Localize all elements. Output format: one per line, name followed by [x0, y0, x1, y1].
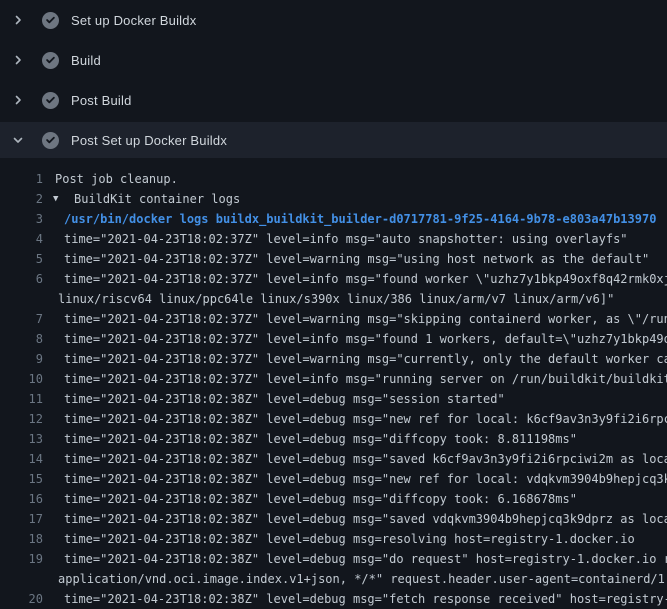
log-text: time="2021-04-23T18:02:37Z" level=warnin…	[43, 249, 649, 269]
log-text: time="2021-04-23T18:02:38Z" level=debug …	[43, 389, 505, 409]
line-number[interactable]: 20	[0, 589, 43, 609]
log-text: time="2021-04-23T18:02:37Z" level=warnin…	[43, 349, 667, 369]
log-text: time="2021-04-23T18:02:38Z" level=debug …	[43, 489, 577, 509]
log-text: time="2021-04-23T18:02:38Z" level=debug …	[43, 409, 667, 429]
line-number[interactable]: 19	[0, 549, 43, 569]
step-header-set-up-docker-buildx[interactable]: Set up Docker Buildx	[0, 0, 667, 40]
line-number[interactable]: 5	[0, 249, 43, 269]
line-number[interactable]: 8	[0, 329, 43, 349]
line-number[interactable]: 18	[0, 529, 43, 549]
log-text: linux/riscv64 linux/ppc64le linux/s390x …	[58, 289, 614, 309]
log-text: Post job cleanup.	[43, 169, 178, 189]
log-line-continuation: application/vnd.oci.image.index.v1+json,…	[0, 569, 667, 589]
log-text: time="2021-04-23T18:02:37Z" level=info m…	[43, 369, 667, 389]
log-line: 15time="2021-04-23T18:02:38Z" level=debu…	[0, 469, 667, 489]
chevron-down-icon[interactable]	[10, 132, 26, 148]
group-collapse-triangle-icon[interactable]: ▼	[43, 189, 69, 209]
log-line: 4time="2021-04-23T18:02:37Z" level=info …	[0, 229, 667, 249]
log-line: 8time="2021-04-23T18:02:37Z" level=info …	[0, 329, 667, 349]
log-line: 13time="2021-04-23T18:02:38Z" level=debu…	[0, 429, 667, 449]
line-number[interactable]: 3	[0, 209, 43, 229]
line-number[interactable]: 12	[0, 409, 43, 429]
log-line: 20time="2021-04-23T18:02:38Z" level=debu…	[0, 589, 667, 609]
line-number[interactable]: 1	[0, 169, 43, 189]
command-text: /usr/bin/docker logs buildx_buildkit_bui…	[43, 209, 656, 229]
line-number[interactable]: 7	[0, 309, 43, 329]
success-check-icon	[42, 92, 59, 109]
log-text: application/vnd.oci.image.index.v1+json,…	[58, 569, 667, 589]
log-line: 10time="2021-04-23T18:02:37Z" level=info…	[0, 369, 667, 389]
log-line: 3/usr/bin/docker logs buildx_buildkit_bu…	[0, 209, 667, 229]
log-line: 7time="2021-04-23T18:02:37Z" level=warni…	[0, 309, 667, 329]
success-check-icon	[42, 132, 59, 149]
line-number[interactable]: 15	[0, 469, 43, 489]
chevron-right-icon[interactable]	[10, 52, 26, 68]
log-text: time="2021-04-23T18:02:37Z" level=warnin…	[43, 309, 667, 329]
step-header-build[interactable]: Build	[0, 40, 667, 80]
step-header-post-build[interactable]: Post Build	[0, 80, 667, 120]
log-text: time="2021-04-23T18:02:38Z" level=debug …	[43, 429, 577, 449]
line-number[interactable]: 17	[0, 509, 43, 529]
log-line: 2▼BuildKit container logs	[0, 189, 667, 209]
log-line: 11time="2021-04-23T18:02:38Z" level=debu…	[0, 389, 667, 409]
log-text: time="2021-04-23T18:02:38Z" level=debug …	[43, 589, 667, 609]
line-number[interactable]: 14	[0, 449, 43, 469]
line-number[interactable]: 13	[0, 429, 43, 449]
chevron-right-icon[interactable]	[10, 12, 26, 28]
line-number[interactable]: 2	[0, 189, 43, 209]
log-line: 1Post job cleanup.	[0, 169, 667, 189]
line-number[interactable]: 10	[0, 369, 43, 389]
success-check-icon	[42, 12, 59, 29]
line-number[interactable]: 4	[0, 229, 43, 249]
chevron-right-icon[interactable]	[10, 92, 26, 108]
log-line: 9time="2021-04-23T18:02:37Z" level=warni…	[0, 349, 667, 369]
log-text: time="2021-04-23T18:02:38Z" level=debug …	[43, 469, 667, 489]
log-line: 17time="2021-04-23T18:02:38Z" level=debu…	[0, 509, 667, 529]
log-viewer: 1Post job cleanup.2▼BuildKit container l…	[0, 160, 667, 609]
log-text: time="2021-04-23T18:02:37Z" level=info m…	[43, 269, 667, 289]
log-text: time="2021-04-23T18:02:37Z" level=info m…	[43, 329, 667, 349]
line-number[interactable]: 6	[0, 269, 43, 289]
log-line: 14time="2021-04-23T18:02:38Z" level=debu…	[0, 449, 667, 469]
log-line: 12time="2021-04-23T18:02:38Z" level=debu…	[0, 409, 667, 429]
step-title: Set up Docker Buildx	[71, 13, 196, 28]
log-line: 19time="2021-04-23T18:02:38Z" level=debu…	[0, 549, 667, 569]
log-text: time="2021-04-23T18:02:38Z" level=debug …	[43, 509, 667, 529]
log-text: time="2021-04-23T18:02:38Z" level=debug …	[43, 529, 635, 549]
log-line: 6time="2021-04-23T18:02:37Z" level=info …	[0, 269, 667, 289]
line-number[interactable]: 16	[0, 489, 43, 509]
log-text: time="2021-04-23T18:02:38Z" level=debug …	[43, 549, 667, 569]
success-check-icon	[42, 52, 59, 69]
log-line: 18time="2021-04-23T18:02:38Z" level=debu…	[0, 529, 667, 549]
log-text: time="2021-04-23T18:02:38Z" level=debug …	[43, 449, 667, 469]
step-list: Set up Docker Buildx Build Post Build Post …	[0, 0, 667, 158]
step-header-post-set-up-docker-buildx[interactable]: Post Set up Docker Buildx	[0, 122, 667, 158]
step-title: Post Build	[71, 93, 132, 108]
log-line: 5time="2021-04-23T18:02:37Z" level=warni…	[0, 249, 667, 269]
step-title: Post Set up Docker Buildx	[71, 133, 227, 148]
line-number[interactable]: 9	[0, 349, 43, 369]
log-line-continuation: linux/riscv64 linux/ppc64le linux/s390x …	[0, 289, 667, 309]
step-title: Build	[71, 53, 101, 68]
line-number[interactable]: 11	[0, 389, 43, 409]
log-text: time="2021-04-23T18:02:37Z" level=info m…	[43, 229, 628, 249]
log-line: 16time="2021-04-23T18:02:38Z" level=debu…	[0, 489, 667, 509]
log-text: BuildKit container logs	[69, 189, 240, 209]
